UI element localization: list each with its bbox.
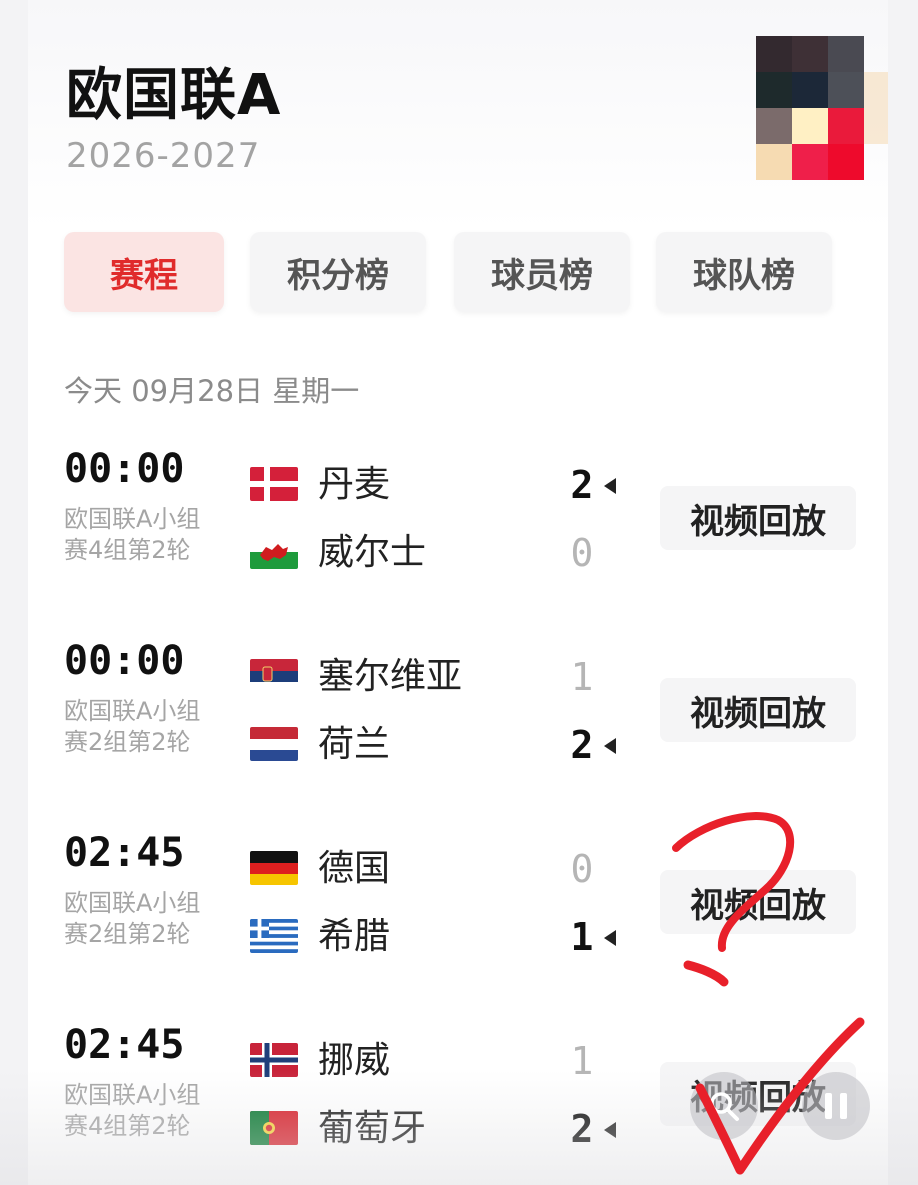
match-row[interactable]: 02:45 欧国联A小组赛4组第2轮 挪威 1 葡萄牙 2 视频回放 [28,1022,888,1185]
date-header: 今天 09月28日 星期一 [64,374,360,408]
video-replay-button[interactable]: 视频回放 [660,486,856,550]
team-name: 德国 [318,848,391,889]
search-float-button[interactable] [690,1072,758,1140]
logo-pixel [828,108,864,144]
home-team: 丹麦 2 [250,460,670,510]
denmark-flag-icon [250,467,298,501]
match-time: 00:00 [64,638,185,684]
match-row[interactable]: 00:00 欧国联A小组赛4组第2轮 丹麦 2 威尔士 0 视频回放 [28,446,888,638]
match-time: 02:45 [64,830,185,876]
logo-pixel [828,36,864,72]
logo-pixel [792,72,828,108]
magnifier-icon [710,1092,739,1121]
match-row[interactable]: 02:45 欧国联A小组赛2组第2轮 德国 0 希腊 1 视频回放 [28,830,888,1022]
schedule-page: 欧国联A 2026-2027 赛程 积分榜 球员榜 球队榜 今天 09月28日 … [28,0,888,1185]
video-replay-button[interactable]: 视频回放 [660,870,856,934]
match-round: 欧国联A小组赛2组第2轮 [64,889,201,948]
netherlands-flag-icon [250,727,298,761]
away-team: 威尔士 0 [250,528,670,578]
logo-pixel [792,108,828,144]
winner-arrow-icon [604,1122,616,1138]
winner-arrow-icon [604,930,616,946]
logo-pixel [828,72,864,108]
logo-pixel [756,144,792,180]
team-name: 挪威 [318,1040,391,1081]
portugal-flag-icon [250,1111,298,1145]
wales-flag-icon [250,535,298,569]
home-team: 塞尔维亚 1 [250,652,670,702]
league-title: 欧国联A [66,63,282,128]
video-replay-button[interactable]: 视频回放 [660,678,856,742]
norway-flag-icon [250,1043,298,1077]
home-team: 挪威 1 [250,1036,670,1086]
winner-arrow-icon [604,738,616,754]
winner-arrow-icon [604,478,616,494]
match-round: 欧国联A小组赛2组第2轮 [64,697,201,756]
logo-pixel [756,108,792,144]
team-name: 葡萄牙 [318,1108,427,1149]
team-name: 荷兰 [318,724,391,765]
team-score: 1 [570,915,594,959]
team-score: 1 [570,655,594,699]
team-score: 2 [570,1107,594,1151]
team-name: 威尔士 [318,532,427,573]
team-name: 塞尔维亚 [318,656,463,697]
logo-pixel [792,36,828,72]
tab-standings[interactable]: 积分榜 [250,232,426,312]
logo-edge-blur [864,72,888,144]
league-logo-pixelated [756,36,864,180]
match-time: 02:45 [64,1022,185,1068]
logo-pixel [828,144,864,180]
away-team: 希腊 1 [250,912,670,962]
tab-schedule[interactable]: 赛程 [64,232,224,312]
team-score: 2 [570,463,594,507]
match-time: 00:00 [64,446,185,492]
logo-pixel [756,36,792,72]
team-score: 1 [570,1039,594,1083]
greece-flag-icon [250,919,298,953]
logo-pixel [756,72,792,108]
tab-player-rankings[interactable]: 球员榜 [454,232,630,312]
team-name: 希腊 [318,916,391,957]
team-score: 2 [570,723,594,767]
tab-team-rankings[interactable]: 球队榜 [656,232,832,312]
logo-pixel [792,144,828,180]
team-name: 丹麦 [318,464,391,505]
match-round: 欧国联A小组赛4组第2轮 [64,505,201,564]
match-round: 欧国联A小组赛4组第2轮 [64,1081,201,1140]
match-row[interactable]: 00:00 欧国联A小组赛2组第2轮 塞尔维亚 1 荷兰 2 视频回放 [28,638,888,830]
pause-float-button[interactable] [802,1072,870,1140]
team-score: 0 [570,847,594,891]
season-label: 2026-2027 [66,136,261,176]
pause-icon [825,1093,847,1119]
germany-flag-icon [250,851,298,885]
away-team: 荷兰 2 [250,720,670,770]
team-score: 0 [570,531,594,575]
away-team: 葡萄牙 2 [250,1104,670,1154]
home-team: 德国 0 [250,844,670,894]
serbia-flag-icon [250,659,298,693]
